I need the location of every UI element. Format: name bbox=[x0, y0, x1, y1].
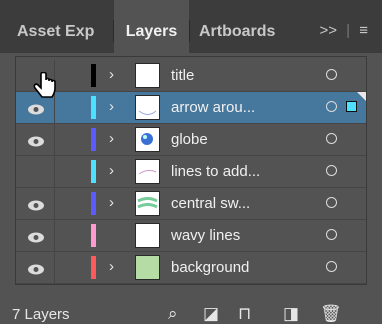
tab-artboards[interactable]: Artboards bbox=[199, 0, 289, 53]
layer-thumbnail bbox=[135, 127, 160, 152]
layer-color-bar bbox=[91, 96, 96, 119]
delete-icon[interactable]: 🗑 bbox=[320, 304, 342, 324]
layer-thumbnail bbox=[135, 191, 160, 216]
layer-color-bar bbox=[91, 192, 96, 215]
layer-row[interactable]: › background bbox=[16, 252, 366, 284]
chevron-right-icon[interactable]: › bbox=[109, 130, 114, 147]
chevron-right-icon[interactable]: › bbox=[109, 66, 114, 83]
lock-column[interactable] bbox=[54, 188, 55, 219]
layer-row[interactable]: › globe bbox=[16, 124, 366, 156]
layer-row[interactable]: › arrow arou... bbox=[16, 92, 366, 124]
layer-name[interactable]: lines to add... bbox=[171, 163, 260, 180]
tab-divider bbox=[189, 20, 190, 42]
target-icon[interactable] bbox=[326, 101, 337, 112]
selection-indicator-icon[interactable] bbox=[346, 101, 357, 112]
panel-menu[interactable]: >> | ≡ bbox=[319, 22, 368, 39]
target-icon[interactable] bbox=[326, 165, 337, 176]
layer-color-bar bbox=[91, 160, 96, 183]
layer-thumbnail bbox=[135, 63, 160, 88]
layer-count: 7 Layers bbox=[12, 306, 70, 323]
layer-name[interactable]: title bbox=[171, 67, 194, 84]
layers-list: › title › arrow arou... › globe › lines to add.… bbox=[15, 56, 367, 285]
layer-name[interactable]: globe bbox=[171, 131, 208, 148]
visibility-toggle-icon[interactable] bbox=[27, 230, 45, 243]
target-icon[interactable] bbox=[326, 229, 337, 240]
panel-footer: 7 Layers ⌕ ◪ ⊓ ◨ 🗑 bbox=[0, 290, 382, 323]
chevron-right-icon[interactable]: › bbox=[109, 162, 114, 179]
layer-thumbnail bbox=[135, 95, 160, 120]
visibility-toggle-icon[interactable] bbox=[27, 198, 45, 211]
layer-color-bar bbox=[91, 256, 96, 279]
layer-color-bar bbox=[91, 224, 96, 247]
target-icon[interactable] bbox=[326, 133, 337, 144]
target-icon[interactable] bbox=[326, 197, 337, 208]
target-icon[interactable] bbox=[326, 69, 337, 80]
visibility-toggle-icon[interactable] bbox=[27, 262, 45, 275]
hamburger-menu-icon[interactable]: ≡ bbox=[359, 22, 368, 39]
layer-name[interactable]: wavy lines bbox=[171, 227, 240, 244]
lock-column[interactable] bbox=[54, 124, 55, 155]
lock-column[interactable] bbox=[54, 220, 55, 251]
tab-asset-export[interactable]: Asset Exp bbox=[0, 0, 114, 53]
layer-thumbnail bbox=[135, 223, 160, 248]
layer-row[interactable]: › title bbox=[16, 60, 366, 92]
layer-color-bar bbox=[91, 128, 96, 151]
chevron-right-icon[interactable]: › bbox=[109, 258, 114, 275]
layer-thumbnail bbox=[135, 159, 160, 184]
chevron-right-icon[interactable]: › bbox=[109, 98, 114, 115]
collect-for-export-icon[interactable]: ◪ bbox=[203, 304, 219, 324]
tab-layers[interactable]: Layers bbox=[114, 0, 189, 53]
visibility-toggle-icon[interactable] bbox=[27, 134, 45, 147]
layer-name[interactable]: arrow arou... bbox=[171, 99, 255, 116]
overflow-icon[interactable]: >> bbox=[319, 22, 337, 39]
chevron-right-icon[interactable]: › bbox=[109, 194, 114, 211]
search-icon[interactable]: ⌕ bbox=[168, 304, 178, 324]
hand-cursor-icon bbox=[32, 71, 58, 109]
lock-column[interactable] bbox=[54, 156, 55, 187]
layer-row[interactable]: › lines to add... bbox=[16, 156, 366, 188]
current-layer-indicator bbox=[357, 92, 366, 101]
layer-name[interactable]: central sw... bbox=[171, 195, 250, 212]
make-clipping-mask-icon[interactable]: ⊓ bbox=[238, 304, 251, 324]
layer-name[interactable]: background bbox=[171, 259, 249, 276]
layer-row[interactable]: › central sw... bbox=[16, 188, 366, 220]
target-icon[interactable] bbox=[326, 261, 337, 272]
layer-row[interactable]: wavy lines bbox=[16, 220, 366, 252]
visibility-toggle-icon[interactable] bbox=[27, 166, 45, 177]
lock-column[interactable] bbox=[54, 252, 55, 283]
new-layer-icon[interactable]: ◨ bbox=[283, 304, 299, 324]
layer-color-bar bbox=[91, 64, 96, 87]
layer-thumbnail bbox=[135, 255, 160, 280]
tab-bar: Asset Exp Layers Artboards >> | ≡ bbox=[0, 0, 382, 53]
